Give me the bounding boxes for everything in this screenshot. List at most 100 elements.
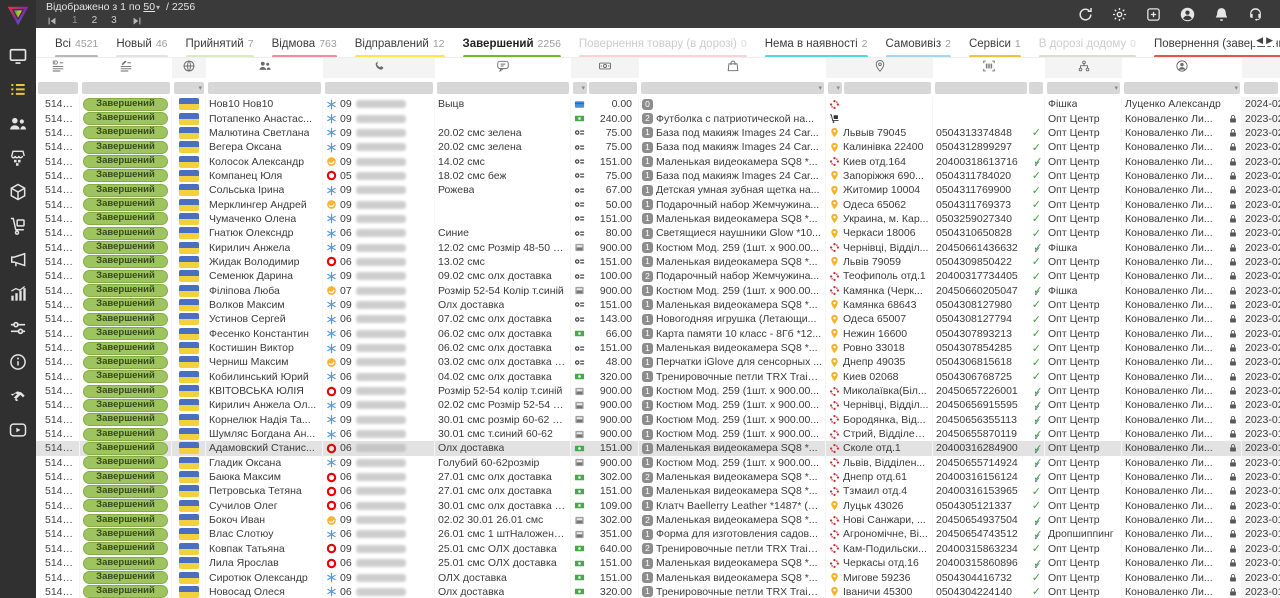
filter-dropdown[interactable] xyxy=(573,82,587,94)
filter-input[interactable] xyxy=(1244,82,1278,94)
order-row-514555[interactable]: 514555ЗавершенийНовосад Олеся06Олх доста… xyxy=(36,585,1280,598)
column-header-manager[interactable] xyxy=(1122,58,1242,78)
column-header-country[interactable] xyxy=(172,58,206,78)
order-row-514559[interactable]: 514559ЗавершенийВлас Слотюу0626.01 смс 1… xyxy=(36,527,1280,541)
order-row-514558[interactable]: 514558ЗавершенийКовпак Татьяна0925.01 см… xyxy=(36,542,1280,556)
filter-input[interactable] xyxy=(437,82,569,94)
tab-Відмова[interactable]: Відмова763 xyxy=(263,28,346,58)
filter-input[interactable] xyxy=(935,82,1027,94)
column-header-status[interactable] xyxy=(80,58,172,78)
sidebar-item-marketing-megaphone-icon[interactable] xyxy=(8,250,28,270)
column-header-phone[interactable] xyxy=(323,58,435,78)
order-row-514581[interactable]: 514581ЗавершенийУстинов Сергей0607.02 см… xyxy=(36,312,1280,326)
last-page-icon[interactable] xyxy=(131,16,143,26)
column-header-delivery[interactable] xyxy=(826,58,933,78)
add-order-icon[interactable] xyxy=(1145,6,1162,23)
order-row-514589[interactable]: 514589ЗавершенийКирилич Анжела0912.02 см… xyxy=(36,240,1280,254)
order-row-514579[interactable]: 514579ЗавершенийКостишин Виктор0906.02 с… xyxy=(36,341,1280,355)
filter-input[interactable] xyxy=(82,82,170,94)
filter-input[interactable] xyxy=(589,82,637,94)
refresh-icon[interactable] xyxy=(1077,6,1094,23)
tab-В дорозі додому[interactable]: В дорозі додому0 xyxy=(1030,28,1145,58)
tabs-scroll-arrows[interactable]: ◀▶ xyxy=(1252,35,1276,46)
order-row-514582[interactable]: 514582ЗавершенийВолков Максим09Олх доста… xyxy=(36,298,1280,312)
tab-Відправлений[interactable]: Відправлений12 xyxy=(346,28,454,58)
profile-avatar-icon[interactable] xyxy=(1179,6,1196,23)
support-headset-icon[interactable] xyxy=(1247,6,1264,23)
tab-Повернення товару (в дорозі)[interactable]: Повернення товару (в дорозі)0 xyxy=(570,28,756,58)
tab-Новый[interactable]: Новый46 xyxy=(107,28,176,58)
sidebar-item-marketplace-icon[interactable] xyxy=(8,148,28,168)
first-page-icon[interactable] xyxy=(46,16,58,26)
order-row-514580[interactable]: 514580ЗавершенийФесенко Константин0606.0… xyxy=(36,327,1280,341)
sidebar-item-monitor-icon[interactable] xyxy=(8,46,28,66)
order-row-514568[interactable]: 514568ЗавершенийШумляс Богдана Ан...0630… xyxy=(36,427,1280,441)
settings-gear-icon[interactable] xyxy=(1111,6,1128,23)
order-row-514563[interactable]: 514563ЗавершенийПетровська Тетяна0627.01… xyxy=(36,484,1280,498)
sidebar-item-statistics-icon[interactable] xyxy=(8,284,28,304)
sidebar-item-partners-handshake-icon[interactable] xyxy=(8,386,28,406)
tab-Всі[interactable]: Всі4521 xyxy=(46,28,107,58)
order-row-514598[interactable]: 514598ЗавершенийМалютина Светлана0920.02… xyxy=(36,126,1280,140)
order-row-514594[interactable]: 514594ЗавершенийКомпанец Юля0518.02 смс … xyxy=(36,169,1280,183)
filter-input-2[interactable] xyxy=(1029,82,1043,94)
page-number-3[interactable]: 3 xyxy=(111,16,117,26)
page-number-1[interactable]: 1 xyxy=(72,16,78,26)
sidebar-item-products-icon[interactable] xyxy=(8,182,28,202)
column-header-product[interactable] xyxy=(639,58,826,78)
order-row-514557[interactable]: 514557ЗавершенийЛила Ярослав0625.01 смс … xyxy=(36,556,1280,570)
order-row-514561[interactable]: 514561ЗавершенийСучилов Олег0630.01 смс … xyxy=(36,499,1280,513)
column-header-payment[interactable] xyxy=(571,58,639,78)
order-row-514576[interactable]: 514576ЗавершенийКобилинський Юрий0604.02… xyxy=(36,370,1280,384)
order-row-514570[interactable]: 514570ЗавершенийКорнелюк Надія Та...0930… xyxy=(36,413,1280,427)
order-row-514716[interactable]: 514716ЗавершенийНов10 Нов1009Выцв0.000Фі… xyxy=(36,97,1280,111)
sidebar-item-info-icon[interactable] xyxy=(8,352,28,372)
order-row-514575[interactable]: 514575ЗавершенийКВІТОВСЬКА ЮЛІЯ09Розмір … xyxy=(36,384,1280,398)
order-row-514593[interactable]: 514593ЗавершенийСольська Ірина09Рожева67… xyxy=(36,183,1280,197)
sidebar-item-purchases-cart-icon[interactable] xyxy=(8,216,28,236)
column-header-date[interactable] xyxy=(1242,58,1280,78)
column-header-client[interactable] xyxy=(206,58,323,78)
order-row-514566[interactable]: 514566ЗавершенийГладик Оксана09Голубий 6… xyxy=(36,456,1280,470)
tab-Завершений[interactable]: Завершений2256 xyxy=(454,28,570,58)
order-row-514591[interactable]: 514591ЗавершенийЧумаченко Олена09151.001… xyxy=(36,212,1280,226)
sidebar-item-customers-icon[interactable] xyxy=(8,114,28,134)
filter-dropdown[interactable] xyxy=(174,82,204,94)
tab-Самовивіз[interactable]: Самовивіз2 xyxy=(877,28,960,58)
tab-Сервіси[interactable]: Сервіси1 xyxy=(960,28,1030,58)
page-number-2[interactable]: 2 xyxy=(92,16,98,26)
order-row-514574[interactable]: 514574ЗавершенийКирилич Анжела Ол...0902… xyxy=(36,398,1280,412)
filter-input[interactable] xyxy=(325,82,433,94)
filter-dropdown[interactable] xyxy=(828,82,842,94)
order-row-514586[interactable]: 514586ЗавершенийФіліпова Люба07Розмір 52… xyxy=(36,283,1280,297)
order-row-514588[interactable]: 514588ЗавершенийЖидак Володимир0613.02 с… xyxy=(36,255,1280,269)
order-row-514567[interactable]: 514567ЗавершенийАдамовский Станис...06Ол… xyxy=(36,441,1280,455)
order-row-514565[interactable]: 514565ЗавершенийБаюка Максим0627.01 смс … xyxy=(36,470,1280,484)
order-row-514587[interactable]: 514587ЗавершенийСеменюк Дарина0909.02 см… xyxy=(36,269,1280,283)
order-row-514556[interactable]: 514556ЗавершенийСиротюк Олександр09ОЛХ д… xyxy=(36,570,1280,584)
sidebar-item-video-tutorials-icon[interactable] xyxy=(8,420,28,440)
order-row-514560[interactable]: 514560ЗавершенийБокоч Иван0902.02 30.01 … xyxy=(36,513,1280,527)
order-row-514595[interactable]: 514595ЗавершенийКолосок Александр0914.02… xyxy=(36,154,1280,168)
tab-Прийнятий[interactable]: Прийнятий7 xyxy=(177,28,263,58)
filter-input[interactable] xyxy=(38,82,78,94)
page-size-dropdown[interactable]: 50 xyxy=(143,1,155,13)
filter-dropdown[interactable] xyxy=(1124,82,1240,94)
column-header-id[interactable]: ID xyxy=(36,58,80,78)
order-row-514592[interactable]: 514592ЗавершенийМерклингер Андрей0950.00… xyxy=(36,197,1280,211)
filter-dropdown[interactable] xyxy=(641,82,824,94)
column-header-ttn[interactable] xyxy=(933,58,1045,78)
order-row-514596[interactable]: 514596ЗавершенийВегера Оксана0920.02 смс… xyxy=(36,140,1280,154)
app-logo-icon[interactable] xyxy=(5,3,31,29)
filter-dropdown[interactable] xyxy=(1047,82,1120,94)
column-header-comment[interactable] xyxy=(435,58,571,78)
tab-Нема в наявності[interactable]: Нема в наявності2 xyxy=(756,28,877,58)
order-row-514577[interactable]: 514577ЗавершенийЧерниш Максим0903.02 смс… xyxy=(36,355,1280,369)
order-row-514590[interactable]: 514590ЗавершенийГнатюк Олексндр06Синие80… xyxy=(36,226,1280,240)
order-row-514599[interactable]: 514599ЗавершенийПотапенко Анастас...0924… xyxy=(36,111,1280,125)
sidebar-item-orders-list-icon[interactable] xyxy=(8,80,28,100)
notifications-bell-icon[interactable] xyxy=(1213,6,1230,23)
sidebar-item-settings-sliders-icon[interactable] xyxy=(8,318,28,338)
filter-input[interactable] xyxy=(208,82,321,94)
column-header-source[interactable] xyxy=(1045,58,1122,78)
